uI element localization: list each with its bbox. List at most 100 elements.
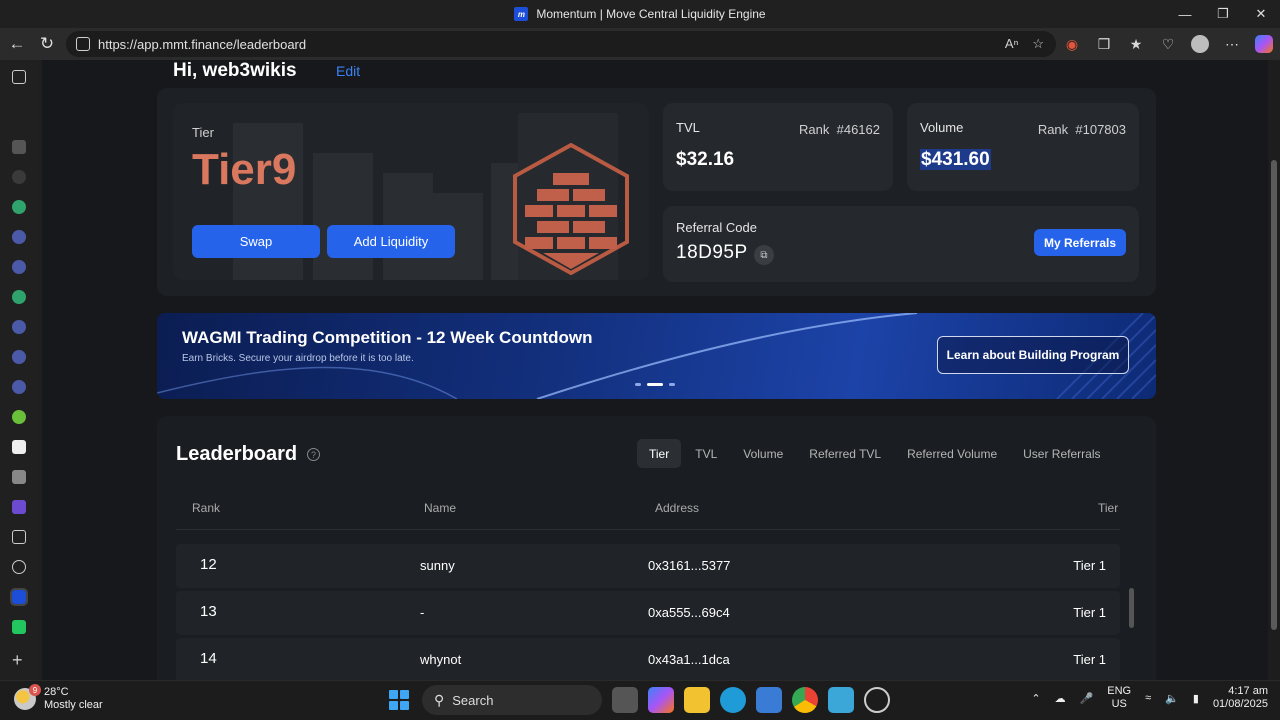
sidebar-tab-blue-icon[interactable]	[12, 230, 26, 244]
back-icon[interactable]: ←	[2, 29, 32, 59]
leaderboard-scrollbar[interactable]	[1129, 588, 1134, 628]
learn-building-program-button[interactable]: Learn about Building Program	[937, 336, 1129, 374]
tab-referred-tvl[interactable]: Referred TVL	[797, 439, 893, 468]
store-app-icon[interactable]	[756, 687, 782, 713]
weather-widget[interactable]: 9 28°C Mostly clear	[14, 684, 103, 712]
referral-code-label: Referral Code	[676, 220, 757, 235]
favorite-star-icon[interactable]: ☆	[1032, 36, 1044, 52]
region-text: US	[1111, 698, 1127, 710]
weather-badge: 9	[29, 684, 41, 696]
promo-banner[interactable]: WAGMI Trading Competition - 12 Week Coun…	[157, 313, 1156, 399]
favorites-icon[interactable]: ★	[1126, 34, 1146, 54]
row-address: 0xa555...69c4	[648, 605, 730, 620]
page-scrollbar-thumb[interactable]	[1271, 160, 1277, 630]
extension-fox-icon[interactable]: ◉	[1062, 34, 1082, 54]
help-icon[interactable]: ?	[307, 448, 320, 461]
sidebar-tab-blue-icon[interactable]	[12, 350, 26, 364]
browser-toolbar: ← ↻ https://app.mmt.finance/leaderboard …	[0, 28, 1280, 60]
sidebar-tab-x-icon[interactable]	[12, 140, 26, 154]
tab-tvl[interactable]: TVL	[683, 439, 729, 468]
sidebar-tab-momentum-icon[interactable]	[10, 588, 28, 606]
tvl-rank: Rank #46162	[799, 122, 880, 137]
tab-referred-volume[interactable]: Referred Volume	[895, 439, 1009, 468]
system-tray: ⌃ ☁ 🎤 ENG US ≈ 🔈 ▮ 4:17 am 01/08/2025	[1031, 685, 1268, 711]
copilot-app-icon[interactable]	[648, 687, 674, 713]
tab-volume[interactable]: Volume	[731, 439, 795, 468]
chrome-app-icon[interactable]	[792, 687, 818, 713]
language-indicator[interactable]: ENG US	[1107, 685, 1131, 711]
more-menu-icon[interactable]: ⋯	[1222, 34, 1242, 54]
read-aloud-icon[interactable]: Aⁿ	[1005, 36, 1018, 52]
windows-taskbar: 9 28°C Mostly clear ⚲ Search ⌃ ☁ 🎤 ENG U…	[0, 680, 1280, 720]
onedrive-icon[interactable]: ☁	[1055, 692, 1066, 705]
clock[interactable]: 4:17 am 01/08/2025	[1213, 685, 1268, 711]
sidebar-tab-lime-icon[interactable]	[12, 410, 26, 424]
task-view-icon[interactable]	[612, 687, 638, 713]
leaderboard-tabs: Tier TVL Volume Referred TVL Referred Vo…	[637, 439, 1115, 468]
sidebar-tab-gear-icon[interactable]	[12, 560, 26, 574]
browser-extensions: ◉ ❒ ★ ♡ ⋯	[1062, 28, 1274, 60]
tier-card: Tier Tier9 Swap Add Liquidity	[173, 103, 649, 280]
column-header-tier: Tier	[1098, 501, 1119, 515]
sidebar-tab-doc-icon[interactable]	[12, 530, 26, 544]
tab-user-referrals[interactable]: User Referrals	[1011, 439, 1112, 468]
notepad-app-icon[interactable]	[828, 687, 854, 713]
refresh-icon[interactable]: ↻	[32, 29, 62, 59]
carousel-dot-active[interactable]	[647, 383, 663, 386]
sidebar-tab-x-icon[interactable]	[12, 470, 26, 484]
leaderboard-title: Leaderboard	[176, 443, 298, 465]
address-bar[interactable]: https://app.mmt.finance/leaderboard Aⁿ ☆	[66, 31, 1056, 57]
browser-essentials-icon[interactable]: ♡	[1158, 34, 1178, 54]
sidebar-tab-app-icon[interactable]	[12, 170, 26, 184]
sidebar-tab-dice-icon[interactable]	[12, 620, 26, 634]
minimize-icon[interactable]: —	[1166, 0, 1204, 28]
site-info-icon[interactable]	[76, 37, 90, 51]
sidebar-tab-green-icon[interactable]	[12, 200, 26, 214]
browser-sidebar: +	[0, 60, 38, 680]
tab-tier[interactable]: Tier	[637, 439, 682, 468]
page-scrollbar[interactable]	[1268, 60, 1280, 680]
profile-avatar-icon[interactable]	[1190, 34, 1210, 54]
sidebar-tab-green-icon[interactable]	[12, 290, 26, 304]
extensions-puzzle-icon[interactable]: ❒	[1094, 34, 1114, 54]
taskbar-search[interactable]: ⚲ Search	[422, 685, 602, 715]
row-rank: 14	[200, 650, 217, 667]
url-text[interactable]: https://app.mmt.finance/leaderboard	[98, 37, 306, 52]
carousel-dot[interactable]	[635, 383, 641, 386]
sidebar-tab-purple-icon[interactable]	[12, 500, 26, 514]
table-row[interactable]: 14 whynot 0x43a1...1dca Tier 1	[176, 638, 1120, 680]
sidebar-tab-blue-icon[interactable]	[12, 260, 26, 274]
restore-icon[interactable]: ❐	[1204, 0, 1242, 28]
carousel-dot[interactable]	[669, 383, 675, 386]
tier-label: Tier	[192, 125, 214, 140]
sidebar-tab-blue-icon[interactable]	[12, 380, 26, 394]
table-row[interactable]: 12 sunny 0x3161...5377 Tier 1	[176, 544, 1120, 588]
start-menu-icon[interactable]	[386, 687, 412, 713]
wifi-icon[interactable]: ≈	[1145, 692, 1151, 704]
window-title: m Momentum | Move Central Liquidity Engi…	[514, 7, 766, 21]
swap-button[interactable]: Swap	[192, 225, 320, 258]
window-title-text: Momentum | Move Central Liquidity Engine	[536, 7, 766, 21]
settings-app-icon[interactable]	[864, 687, 890, 713]
show-hidden-icons-icon[interactable]: ⌃	[1031, 692, 1040, 705]
edge-app-icon[interactable]	[720, 687, 746, 713]
tab-actions-icon[interactable]	[12, 70, 26, 84]
close-icon[interactable]: ✕	[1242, 0, 1280, 28]
my-referrals-button[interactable]: My Referrals	[1034, 229, 1126, 256]
add-liquidity-button[interactable]: Add Liquidity	[327, 225, 455, 258]
edit-name-link[interactable]: Edit	[336, 63, 360, 79]
new-tab-plus-icon[interactable]: +	[12, 650, 23, 671]
copilot-icon[interactable]	[1254, 34, 1274, 54]
window-controls: — ❐ ✕	[1166, 0, 1280, 28]
table-row[interactable]: 13 - 0xa555...69c4 Tier 1	[176, 591, 1120, 635]
microphone-icon[interactable]: 🎤	[1080, 692, 1094, 705]
volume-icon[interactable]: 🔈	[1165, 692, 1179, 705]
battery-icon[interactable]: ▮	[1193, 692, 1199, 705]
copy-referral-icon[interactable]: ⧉	[754, 245, 774, 265]
sidebar-tab-x-icon[interactable]	[12, 440, 26, 454]
lang-text: ENG	[1107, 685, 1132, 697]
sidebar-tab-blue-icon[interactable]	[12, 320, 26, 334]
row-tier: Tier 1	[1073, 605, 1106, 620]
file-explorer-icon[interactable]	[684, 687, 710, 713]
momentum-favicon-icon: m	[514, 7, 529, 21]
